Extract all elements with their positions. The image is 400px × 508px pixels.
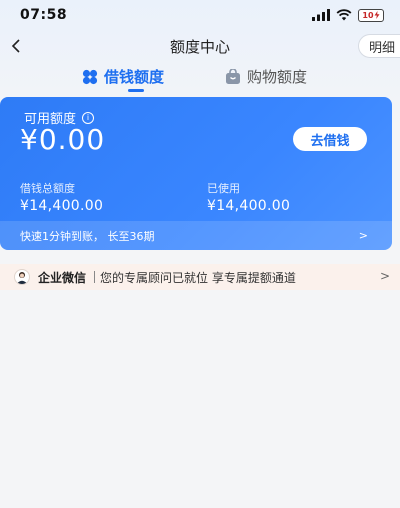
credit-card: 可用额度 i ¥0.00 去借钱 借钱总额度 ¥14,400.00 已使用 ¥1… xyxy=(0,97,392,250)
used-quota-label: 已使用 xyxy=(207,182,240,195)
wifi-icon xyxy=(336,6,352,25)
total-quota-value: ¥14,400.00 xyxy=(20,198,104,214)
tab-shopping-quota[interactable]: 购物额度 xyxy=(225,66,307,87)
used-quota-value: ¥14,400.00 xyxy=(207,198,291,214)
charging-bolt-icon xyxy=(374,11,380,19)
battery-icon: 10 xyxy=(358,8,384,22)
divider xyxy=(94,271,96,283)
chevron-right-icon: > xyxy=(358,229,368,242)
detail-button[interactable]: 明细 xyxy=(358,34,400,58)
wecom-title: 企业微信 xyxy=(38,270,87,285)
advisor-avatar xyxy=(14,269,30,285)
tab-loan-label: 借钱额度 xyxy=(104,68,165,86)
page-title: 额度中心 xyxy=(169,37,230,56)
back-button[interactable] xyxy=(4,32,28,60)
battery-level: 10 xyxy=(362,10,374,20)
available-amount: ¥0.00 xyxy=(20,123,106,156)
tab-loan-quota[interactable]: 借钱额度 xyxy=(82,66,164,87)
wecom-message: 您的专属顾问已就位 享专属提额通道 xyxy=(100,270,296,285)
signal-icon xyxy=(312,6,330,25)
status-icons: 10 xyxy=(312,6,384,25)
tab-shopping-label: 购物额度 xyxy=(247,68,308,86)
promo-text: 快速1分钟到账， 长至36期 xyxy=(20,229,155,243)
status-time: 07:58 xyxy=(20,7,68,23)
shopping-bag-icon xyxy=(226,68,240,84)
quota-tabs: 借钱额度 购物额度 xyxy=(0,62,400,94)
chevron-right-icon: > xyxy=(379,269,390,283)
status-bar: 07:58 10 xyxy=(0,0,400,30)
total-quota-label: 借钱总额度 xyxy=(20,182,75,195)
wecom-advisor-bar[interactable]: 企业微信 您的专属顾问已就位 享专属提额通道 > xyxy=(0,264,400,290)
card-footer-promo[interactable]: 快速1分钟到账， 长至36期 > xyxy=(0,221,392,250)
used-quota: 已使用 ¥14,400.00 xyxy=(207,180,290,214)
advisor-avatar-icon xyxy=(16,272,28,284)
total-quota: 借钱总额度 ¥14,400.00 xyxy=(20,180,103,214)
nav-bar: 额度中心 明细 xyxy=(0,30,400,62)
clover-icon xyxy=(82,69,98,84)
active-tab-indicator xyxy=(128,89,144,92)
info-icon[interactable]: i xyxy=(82,111,95,124)
borrow-button[interactable]: 去借钱 xyxy=(293,127,367,151)
back-arrow-icon xyxy=(11,39,20,53)
